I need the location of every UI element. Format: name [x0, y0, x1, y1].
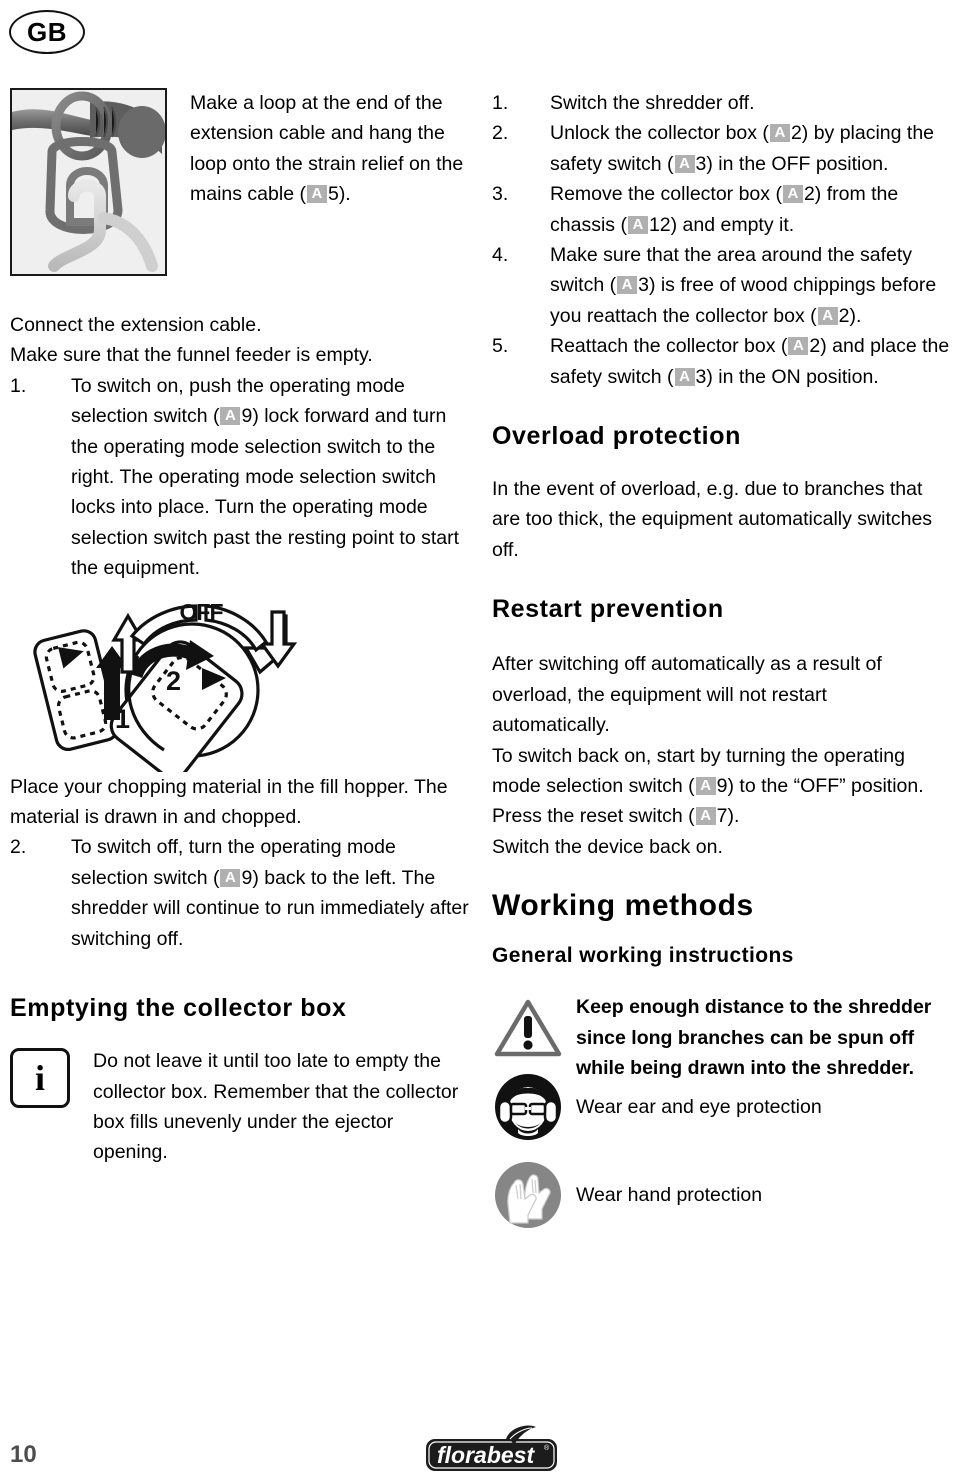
- step-number: 1.: [10, 374, 27, 397]
- page-number: 10: [10, 1441, 37, 1468]
- collector-box-steps-list: 1. Switch the shredder off. 2. Unlock th…: [492, 88, 950, 392]
- strain-relief-figure: Make a loop at the end of the extension …: [10, 88, 470, 276]
- ref-chip-a: A: [695, 807, 716, 826]
- intro-line-1: Connect the extension cable.: [10, 314, 262, 336]
- language-badge: GB: [9, 10, 85, 54]
- operating-mode-switch-diagram: OFF 1 2: [14, 594, 304, 772]
- right-column: 1. Switch the shredder off. 2. Unlock th…: [492, 88, 950, 1231]
- step-number: 2.: [10, 836, 27, 859]
- info-icon: i: [10, 1048, 70, 1109]
- safety-hand-text-wrap: Wear hand protection: [576, 1180, 762, 1210]
- right-step-3-text-c: 12) and empty it.: [648, 213, 795, 236]
- left-column: Make a loop at the end of the extension …: [10, 88, 470, 1168]
- restart-prevention-heading: Restart prevention: [492, 595, 724, 624]
- ref-chip-a: A: [782, 185, 803, 204]
- step-item-2: 2. To switch off, turn the operating mod…: [10, 832, 470, 954]
- restart-text-f: Switch the device back on.: [492, 835, 723, 858]
- right-step-item-5: 5. Reattach the collector box (A 2) and p…: [492, 331, 950, 392]
- right-step-4-text-c: 2).: [838, 304, 862, 327]
- right-step-item-3: 3. Remove the collector box (A 2) from th…: [492, 179, 950, 240]
- general-working-instructions-heading: General working instructions: [492, 944, 794, 968]
- safety-item-warning: Keep enough distance to the shredder sin…: [492, 992, 950, 1083]
- intro-lines: Connect the extension cable. Make sure t…: [10, 310, 470, 371]
- step-number: 1.: [492, 92, 509, 114]
- switch-off-label: OFF: [180, 599, 224, 625]
- restart-text-a: After switching off automatically as a r…: [492, 653, 882, 737]
- emptying-note-text-wrap: Do not leave it until too late to empty …: [93, 1046, 463, 1168]
- ref-chip-a: A: [769, 124, 790, 143]
- switch-step-1-label: 1: [115, 704, 130, 734]
- safety-ear-eye-text: Wear ear and eye protection: [576, 1096, 822, 1119]
- ref-chip-a: A: [788, 337, 809, 356]
- restart-text-c: 9) to the “OFF” position.: [716, 774, 924, 797]
- emptying-note-text: Do not leave it until too late to empty …: [93, 1050, 459, 1164]
- step-number: 2.: [492, 122, 509, 145]
- restart-text-e: 7).: [716, 805, 740, 828]
- florabest-wordmark: florabest: [437, 1442, 535, 1468]
- step-item-1: 1. To switch on, push the operating mode…: [10, 371, 470, 584]
- working-methods-heading: Working methods: [492, 889, 754, 923]
- switch-step-2-label: 2: [166, 666, 181, 696]
- ref-chip-a: A: [220, 868, 241, 887]
- right-step-3-text-a: Remove the collector box (: [550, 183, 782, 206]
- caption-text-after: 5).: [327, 183, 351, 206]
- safety-ear-eye-text-wrap: Wear ear and eye protection: [576, 1092, 822, 1122]
- right-step-item-1: 1. Switch the shredder off.: [492, 88, 950, 118]
- safety-warning-text-wrap: Keep enough distance to the shredder sin…: [576, 992, 950, 1083]
- ref-chip-a: A: [627, 215, 648, 234]
- step-number: 3.: [492, 183, 509, 206]
- left-steps-list-part2: 2. To switch off, turn the operating mod…: [10, 832, 470, 954]
- ref-chip-a: A: [617, 276, 638, 295]
- ref-chip-a: A: [674, 154, 695, 173]
- overload-protection-body: In the event of overload, e.g. due to br…: [492, 478, 933, 561]
- ref-chip-a: A: [817, 306, 838, 325]
- warning-triangle-icon: [492, 992, 564, 1064]
- restart-prevention-body: After switching off automatically as a r…: [492, 649, 950, 862]
- right-step-2-text-a: Unlock the collector box (: [550, 122, 769, 145]
- ref-chip-a: A: [674, 367, 695, 386]
- right-step-5-text-a: Reattach the collector box (: [550, 335, 788, 358]
- safety-hand-text: Wear hand protection: [576, 1184, 763, 1207]
- ref-chip-a: A: [220, 407, 241, 426]
- hand-protection-icon: [492, 1159, 564, 1231]
- cable-loop-on-strain-relief-photo: [10, 88, 167, 276]
- ref-chip-a: A: [695, 776, 716, 795]
- right-step-5-text-c: 3) in the ON position.: [695, 365, 879, 388]
- restart-text-d: Press the reset switch (: [492, 805, 695, 828]
- step-number: 4.: [492, 244, 509, 267]
- emptying-note: i Do not leave it until too late to empt…: [10, 1046, 470, 1168]
- strain-relief-caption: Make a loop at the end of the extension …: [190, 88, 470, 210]
- step-2-text-b: 9) back to the left.: [241, 866, 397, 889]
- language-badge-label: GB: [27, 17, 67, 47]
- registered-trademark-symbol: ®: [544, 1444, 550, 1452]
- emptying-collector-box-heading: Emptying the collector box: [10, 994, 347, 1023]
- left-steps-list-part1: 1. To switch on, push the operating mode…: [10, 371, 470, 584]
- overload-protection-heading: Overload protection: [492, 422, 741, 451]
- chopping-material-paragraph: Place your chopping material in the fill…: [10, 775, 448, 829]
- step-number: 5.: [492, 335, 509, 358]
- right-step-1-text: Switch the shredder off.: [550, 92, 755, 114]
- intro-line-2: Make sure that the funnel feeder is empt…: [10, 344, 373, 367]
- ref-chip-a: A: [306, 185, 327, 204]
- right-step-2-text-c: 3) in the OFF position.: [695, 152, 889, 175]
- ear-eye-protection-icon: [492, 1071, 564, 1143]
- safety-warning-text: Keep enough distance to the shredder sin…: [576, 996, 932, 1079]
- right-step-item-2: 2. Unlock the collector box (A 2) by plac…: [492, 118, 950, 179]
- florabest-logo: florabest ®: [424, 1425, 559, 1473]
- right-step-item-4: 4. Make sure that the area around the sa…: [492, 240, 950, 331]
- safety-item-hand: Wear hand protection: [492, 1159, 950, 1231]
